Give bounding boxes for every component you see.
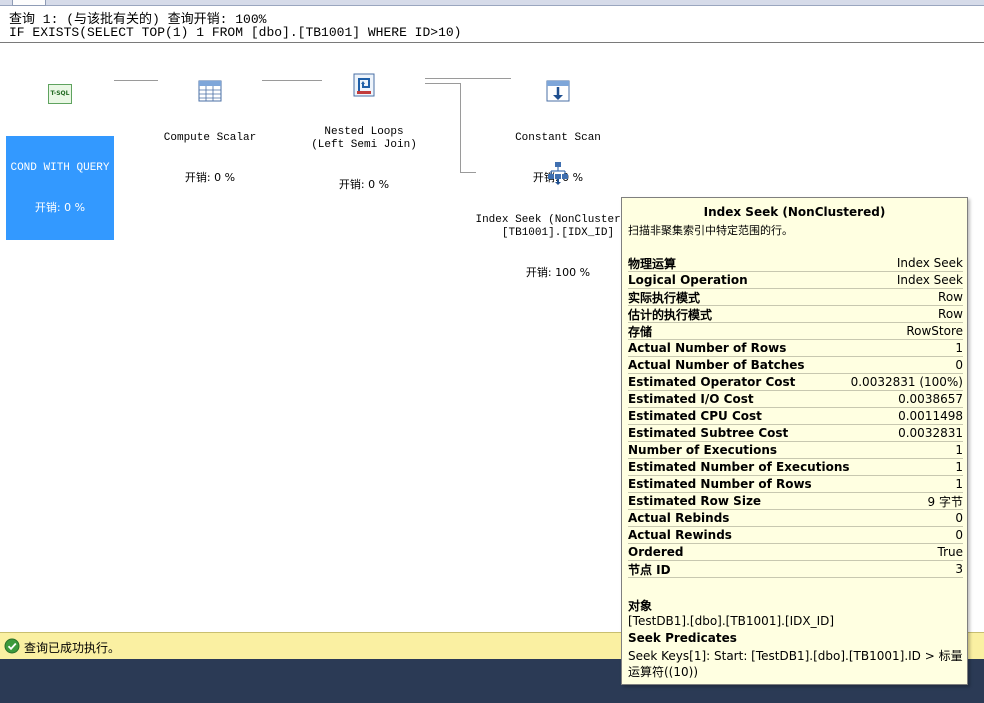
property-name: Estimated Number of Rows (628, 477, 812, 491)
seek-predicates-value: Seek Keys[1]: Start: [TestDB1].[dbo].[TB… (628, 649, 963, 679)
property-value: True (937, 545, 964, 559)
plan-node-cond-with-query[interactable]: T-SQL COND WITH QUERY 开销: 0 % (6, 58, 114, 266)
property-name: Estimated Row Size (628, 494, 762, 508)
property-value: 1 (955, 460, 963, 474)
property-row: Estimated Row Size 9 字节 (628, 493, 963, 510)
property-name: Ordered (628, 545, 684, 559)
node-name: Index Seek (NonClustered) [TB1001].[IDX_… (475, 214, 641, 239)
property-row: 实际执行模式 Row (628, 289, 963, 306)
property-row: Estimated Subtree Cost 0.0032831 (628, 425, 963, 442)
connector-line (425, 83, 461, 84)
property-value: 9 字节 (927, 494, 963, 509)
property-value: 3 (955, 562, 963, 576)
property-value: Row (938, 290, 963, 304)
node-name: Compute Scalar (163, 132, 257, 144)
node-name: Nested Loops (Left Semi Join) (311, 126, 417, 151)
object-section-value: [TestDB1].[dbo].[TB1001].[IDX_ID] (628, 614, 835, 628)
property-row: Actual Number of Rows 1 (628, 340, 963, 357)
query-sql-text: IF EXISTS(SELECT TOP(1) 1 FROM [dbo].[TB… (9, 25, 462, 40)
property-value: 1 (955, 341, 963, 355)
node-label-box: COND WITH QUERY 开销: 0 % (6, 136, 114, 240)
property-value: RowStore (906, 324, 963, 338)
property-name: 节点 ID (628, 562, 671, 577)
property-name: 估计的执行模式 (628, 307, 713, 322)
property-row: Ordered True (628, 544, 963, 561)
object-section-title: 对象 (628, 599, 653, 613)
property-row: Estimated Number of Rows 1 (628, 476, 963, 493)
property-value: 0.0038657 (898, 392, 963, 406)
tooltip-description: 扫描非聚集索引中特定范围的行。 (628, 224, 793, 237)
property-row: 存储 RowStore (628, 323, 963, 340)
compute-scalar-icon (198, 80, 222, 102)
property-value: 0 (955, 358, 963, 372)
property-name: 物理运算 (628, 256, 677, 271)
property-name: Actual Number of Rows (628, 341, 787, 355)
nested-loops-icon (353, 73, 375, 97)
property-value: Index Seek (896, 273, 963, 287)
node-cost: 开销: 0 % (184, 171, 236, 184)
node-cost: 开销: 0 % (338, 178, 390, 191)
property-name: Estimated CPU Cost (628, 409, 762, 423)
property-value: Index Seek (896, 256, 963, 270)
node-name: COND WITH QUERY (10, 162, 110, 174)
property-value: 0 (955, 511, 963, 525)
property-value: 0.0032831 (898, 426, 963, 440)
property-row: Estimated CPU Cost 0.0011498 (628, 408, 963, 425)
property-name: Actual Rebinds (628, 511, 730, 525)
connector-line (114, 80, 158, 81)
property-row: Estimated I/O Cost 0.0038657 (628, 391, 963, 408)
property-row: Estimated Number of Executions 1 (628, 459, 963, 476)
plan-node-index-seek[interactable]: Index Seek (NonClustered) [TB1001].[IDX_… (470, 134, 646, 305)
status-message: 查询已成功执行。 (24, 641, 121, 655)
operator-tooltip: Index Seek (NonClustered) 扫描非聚集索引中特定范围的行… (621, 197, 968, 685)
property-name: 存储 (628, 324, 653, 339)
property-row: 物理运算 Index Seek (628, 255, 963, 272)
property-name: Estimated Subtree Cost (628, 426, 789, 440)
connector-line (425, 78, 511, 79)
seek-predicates-title: Seek Predicates (628, 631, 737, 645)
tooltip-title: Index Seek (NonClustered) (703, 205, 886, 219)
property-row: Number of Executions 1 (628, 442, 963, 459)
connector-line (460, 83, 461, 173)
node-cost: 开销: 100 % (525, 266, 591, 279)
property-name: Actual Number of Batches (628, 358, 805, 372)
property-value: 0.0011498 (898, 409, 963, 423)
property-name: Estimated I/O Cost (628, 392, 754, 406)
property-value: 1 (955, 477, 963, 491)
property-name: Number of Executions (628, 443, 778, 457)
query-header: 查询 1: (与该批有关的) 查询开销: 100% IF EXISTS(SELE… (0, 6, 984, 43)
property-row: Actual Rewinds 0 (628, 527, 963, 544)
tsql-icon: T-SQL (48, 84, 72, 104)
property-row: Estimated Operator Cost 0.0032831 (100%) (628, 374, 963, 391)
property-name: 实际执行模式 (628, 290, 701, 305)
plan-node-nested-loops[interactable]: Nested Loops (Left Semi Join) 开销: 0 % (302, 46, 426, 217)
property-name: Actual Rewinds (628, 528, 732, 542)
plan-node-compute-scalar[interactable]: Compute Scalar 开销: 0 % (158, 52, 262, 210)
property-name: Estimated Number of Executions (628, 460, 850, 474)
property-row: Logical Operation Index Seek (628, 272, 963, 289)
index-seek-icon (548, 162, 568, 185)
property-row: Actual Rebinds 0 (628, 510, 963, 527)
property-value: 0.0032831 (100%) (850, 375, 963, 389)
property-value: Row (938, 307, 963, 321)
tooltip-properties: 物理运算 Index Seek Logical Operation Index Se… (628, 255, 963, 578)
node-cost: 开销: 0 % (34, 201, 86, 214)
property-name: Logical Operation (628, 273, 748, 287)
property-row: 估计的执行模式 Row (628, 306, 963, 323)
property-name: Estimated Operator Cost (628, 375, 796, 389)
property-value: 0 (955, 528, 963, 542)
constant-scan-icon (546, 80, 570, 102)
property-row: 节点 ID 3 (628, 561, 963, 578)
property-row: Actual Number of Batches 0 (628, 357, 963, 374)
property-value: 1 (955, 443, 963, 457)
success-check-icon (4, 638, 20, 654)
